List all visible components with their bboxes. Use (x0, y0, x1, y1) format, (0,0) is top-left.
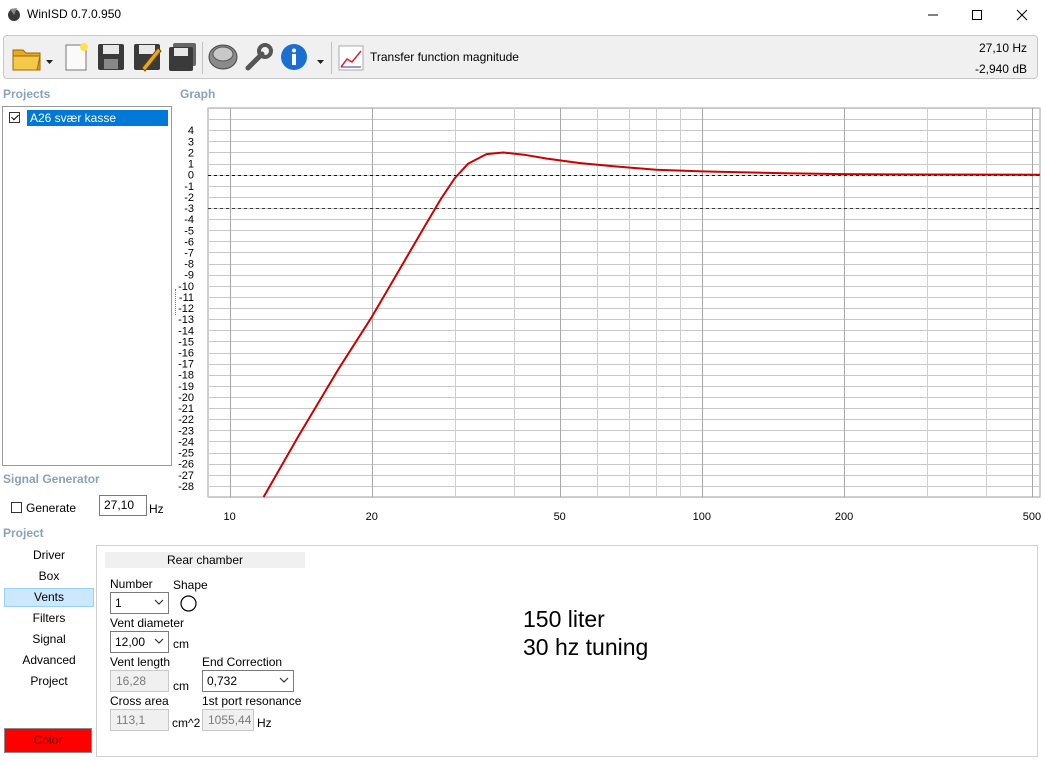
new-project-button[interactable] (59, 40, 93, 74)
maximize-button[interactable] (954, 0, 1000, 30)
end-correction-value: 0,732 (207, 674, 238, 688)
vent-length-field: 16,28 (110, 670, 169, 692)
x-tick-label: 50 (554, 511, 566, 523)
generate-checkbox[interactable] (11, 502, 22, 513)
projects-title: Projects (3, 87, 51, 101)
generate-label: Generate (26, 501, 77, 515)
note-tuning: 30 hz tuning (523, 634, 649, 660)
new-document-icon (65, 43, 88, 71)
vent-diameter-value: 12,00 (115, 635, 146, 649)
save-as-button[interactable] (130, 40, 164, 74)
maximize-icon (972, 10, 982, 20)
project-name[interactable]: A26 svær kasse (27, 110, 168, 126)
graph-type-button[interactable] (335, 42, 367, 74)
x-tick-label: 20 (366, 511, 378, 523)
x-tick-label: 100 (693, 511, 711, 523)
nav-signal[interactable]: Signal (4, 630, 94, 649)
x-tick-label: 500 (1023, 511, 1041, 523)
close-button[interactable] (999, 0, 1045, 30)
note-volume: 150 liter (523, 606, 605, 632)
vent-length-label: Vent length (110, 655, 171, 669)
color-button[interactable]: Color (4, 728, 92, 753)
generator-frequency-input[interactable]: 27,10 (99, 495, 147, 516)
nav-project[interactable]: Project (4, 672, 94, 691)
folder-icon (12, 49, 41, 71)
info-button[interactable] (277, 40, 311, 74)
save-edit-icon (134, 44, 162, 72)
open-dropdown-arrow[interactable] (46, 54, 53, 68)
cross-area-field: 113,1 (110, 709, 169, 731)
minimize-icon (928, 14, 938, 16)
shape-label: Shape (173, 578, 208, 592)
info-dropdown-arrow[interactable] (317, 54, 324, 68)
info-icon (281, 44, 307, 70)
vent-diameter-label: Vent diameter (110, 616, 185, 630)
port-resonance-field: 1055,44 (202, 709, 254, 731)
vent-length-unit: cm (173, 679, 189, 693)
chevron-down-icon (154, 599, 164, 605)
nav-advanced[interactable]: Advanced (4, 651, 94, 670)
title-bar: WinISD 0.7.0.950 (0, 0, 1045, 30)
graph-title: Graph (180, 87, 216, 101)
signal-generator-title: Signal Generator (3, 472, 100, 486)
wrench-icon (245, 43, 273, 71)
cross-area-label: Cross area (110, 694, 169, 708)
caret-down-icon (46, 60, 53, 64)
generator-unit: Hz (149, 502, 164, 516)
close-icon (1016, 9, 1028, 21)
transfer-function-graph[interactable]: 43210-1-2-3-4-5-6-7-8-9-10-11-12-13-14-1… (172, 100, 1042, 530)
project-row[interactable]: A26 svær kasse (6, 110, 170, 126)
cursor-level-readout: -2,940 dB (974, 62, 1027, 76)
save-all-button[interactable] (166, 40, 200, 74)
x-tick-label: 200 (835, 511, 853, 523)
vent-diameter-select[interactable]: 12,00 (110, 631, 169, 653)
port-resonance-unit: Hz (257, 716, 272, 730)
driver-editor-button[interactable] (206, 40, 240, 74)
nav-vents[interactable]: Vents (4, 588, 94, 607)
rear-chamber-header: Rear chamber (105, 552, 305, 568)
line-chart-icon (338, 45, 364, 71)
nav-filters[interactable]: Filters (4, 609, 94, 628)
circle-shape-icon (180, 595, 197, 612)
tools-button[interactable] (242, 40, 276, 74)
floppy-disk-multiple-icon (169, 43, 196, 71)
toolbar-separator (202, 42, 203, 74)
graph-type-label: Transfer function magnitude (370, 50, 519, 64)
nav-box[interactable]: Box (4, 567, 94, 586)
minimize-button[interactable] (910, 0, 956, 30)
number-label: Number (110, 577, 153, 591)
splitter-handle[interactable] (175, 289, 178, 315)
number-select[interactable]: 1 (110, 592, 169, 614)
cursor-frequency-readout: 27,10 Hz (978, 41, 1027, 55)
open-folder-button[interactable] (10, 40, 44, 74)
caret-down-icon (317, 60, 324, 64)
shape-round-button[interactable] (180, 595, 197, 612)
project-section-title: Project (3, 526, 44, 540)
window-title: WinISD 0.7.0.950 (27, 7, 122, 21)
project-visible-checkbox[interactable] (9, 112, 20, 123)
speaker-driver-icon (208, 44, 238, 70)
vent-diameter-unit: cm (173, 637, 189, 651)
number-value: 1 (115, 596, 122, 610)
save-button[interactable] (94, 40, 128, 74)
app-icon (6, 6, 22, 22)
floppy-disk-icon (98, 44, 124, 70)
x-tick-label: 10 (223, 511, 235, 523)
toolbar-separator (331, 42, 332, 74)
nav-driver[interactable]: Driver (4, 546, 94, 565)
chevron-down-icon (154, 638, 164, 644)
end-correction-select[interactable]: 0,732 (202, 670, 294, 692)
toolbar: Transfer function magnitude 27,10 Hz -2,… (3, 35, 1038, 79)
port-resonance-label: 1st port resonance (202, 694, 302, 708)
end-correction-label: End Correction (202, 655, 283, 669)
y-tick-label: -28 (178, 481, 194, 493)
cross-area-unit: cm^2 (172, 716, 201, 730)
projects-list: A26 svær kasse (2, 106, 172, 466)
chevron-down-icon (279, 677, 289, 683)
